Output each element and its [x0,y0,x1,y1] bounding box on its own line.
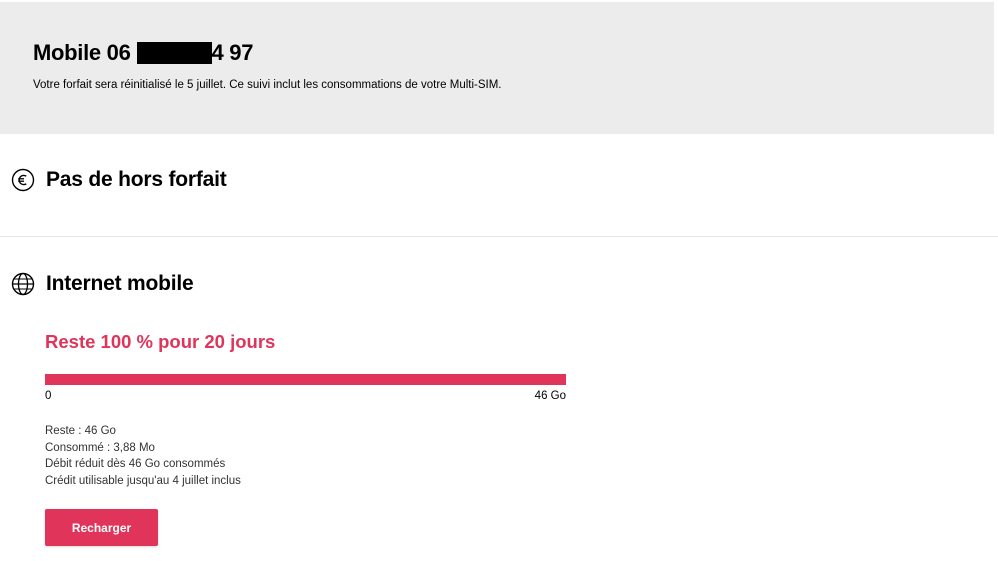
billing-section-title: Pas de hors forfait [46,168,227,191]
line-title-prefix: Mobile 06 [33,40,131,65]
data-usage-progress-fill [45,374,566,385]
line-title-suffix: 4 97 [211,40,254,65]
progress-max-label: 46 Go [534,390,566,402]
redacted-number [136,42,212,64]
detail-reduced-speed: Débit réduit dès 46 Go consommés [45,458,226,471]
line-header: Mobile 06 4 97 Votre forfait sera réinit… [0,2,994,134]
progress-min-label: 0 [45,390,52,402]
detail-remaining: Reste : 46 Go [45,425,116,437]
euro-icon [11,168,35,192]
section-divider [0,236,998,237]
billing-section-header: Pas de hors forfait [11,168,227,192]
internet-section-title: Internet mobile [46,272,194,295]
globe-icon [11,272,35,296]
detail-consumed: Consommé : 3,88 Mo [45,441,155,454]
data-usage-details: Reste : 46 Go Consommé : 3,88 Mo Débit r… [45,423,241,490]
recharge-button[interactable]: Recharger [45,509,158,546]
detail-credit-validity: Crédit utilisable jusqu'au 4 juillet inc… [45,475,241,488]
page: Mobile 06 4 97 Votre forfait sera réinit… [0,0,998,561]
reset-info-text: Votre forfait sera réinitialisé le 5 jui… [33,79,502,91]
remaining-data-headline: Reste 100 % pour 20 jours [45,331,276,352]
line-title: Mobile 06 4 97 [33,40,253,66]
internet-section-header: Internet mobile [11,272,194,296]
data-usage-progress-bar [45,374,566,385]
